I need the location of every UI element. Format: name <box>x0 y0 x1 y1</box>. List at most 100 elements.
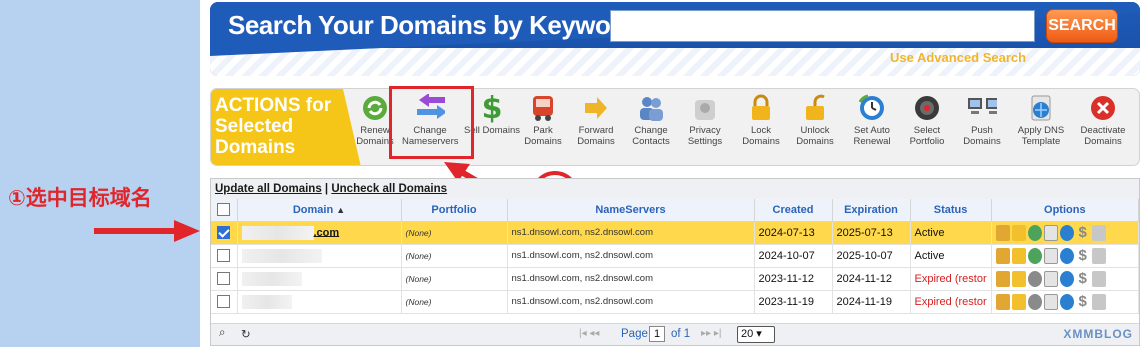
database-icon[interactable] <box>1091 247 1106 264</box>
search-title: Search Your Domains by Keyword <box>228 10 636 40</box>
toolbar-separator: | <box>324 183 329 195</box>
column-header-portfolio[interactable]: Portfolio <box>401 199 508 222</box>
table-row[interactable]: (None) ns1.dnsowl.com, ns2.dnsowl.com 20… <box>211 267 1140 291</box>
privacy-icon[interactable] <box>1011 224 1026 241</box>
advanced-search-link[interactable]: Use Advanced Search <box>890 50 1026 65</box>
row-checkbox-cell <box>211 267 238 291</box>
page-label: Page <box>621 328 648 340</box>
action-label: Push Domains <box>963 125 1001 147</box>
first-page-icon[interactable]: |◂ ◂◂ <box>579 328 599 339</box>
dns-icon[interactable] <box>1059 293 1074 310</box>
renew-icon[interactable] <box>1027 247 1042 264</box>
search-icon[interactable]: ⌕ <box>219 327 225 340</box>
unlock-icon <box>800 93 830 123</box>
page-size-select[interactable]: 20 ▾ <box>737 326 775 343</box>
mail-icon[interactable] <box>1043 247 1058 264</box>
actions-bar: ACTIONS for Selected Domains Renew Domai… <box>210 88 1140 166</box>
action-push-domains[interactable]: Push Domains <box>954 93 1010 147</box>
table-row[interactable]: (None) ns1.dnsowl.com, ns2.dnsowl.com 20… <box>211 290 1140 314</box>
row-checkbox[interactable] <box>217 226 231 239</box>
redacted-domain <box>241 294 292 309</box>
domain-link[interactable]: .com <box>314 226 340 238</box>
mail-icon[interactable] <box>1043 224 1058 241</box>
database-icon[interactable] <box>1091 270 1106 287</box>
table-row[interactable]: (None) ns1.dnsowl.com, ns2.dnsowl.com 20… <box>211 244 1140 268</box>
row-checkbox[interactable] <box>217 249 231 262</box>
action-privacy-settings[interactable]: Privacy Settings <box>677 93 733 147</box>
action-label: Deactivate Domains <box>1080 125 1126 147</box>
action-forward-domains[interactable]: Forward Domains <box>568 93 624 147</box>
options-cell: $ <box>991 290 1140 314</box>
portfolio-cell: (None) <box>401 244 508 268</box>
action-select-portfolio[interactable]: Select Portfolio <box>899 93 955 147</box>
column-header-created[interactable]: Created <box>754 199 833 222</box>
domain-cell <box>237 267 402 291</box>
renew-icon[interactable] <box>1027 270 1042 287</box>
action-set-auto-renewal[interactable]: Set Auto Renewal <box>844 93 900 147</box>
column-header-expiration[interactable]: Expiration <box>832 199 911 222</box>
action-lock-domains[interactable]: Lock Domains <box>733 93 789 147</box>
renew-icon[interactable] <box>1027 293 1042 310</box>
dollar-icon[interactable]: $ <box>1076 224 1090 241</box>
privacy-icon[interactable] <box>1011 293 1026 310</box>
refresh-icon[interactable]: ↻ <box>241 327 251 341</box>
database-icon[interactable] <box>1091 293 1106 310</box>
header-label: Domain <box>292 203 334 216</box>
uncheck-all-domains-link[interactable]: Uncheck all Domains <box>331 183 447 195</box>
page-number-input[interactable]: 1 <box>649 326 665 342</box>
options-cell: $ <box>991 244 1140 268</box>
dns-icon[interactable] <box>1059 270 1074 287</box>
action-change-contacts[interactable]: Change Contacts <box>623 93 679 147</box>
row-checkbox[interactable] <box>217 272 231 285</box>
privacy-icon[interactable] <box>1011 247 1026 264</box>
lock-icon[interactable] <box>995 270 1010 287</box>
action-label: Unlock Domains <box>796 125 834 147</box>
renew-icon[interactable] <box>1027 224 1042 241</box>
domain-cell <box>237 244 402 268</box>
options-cell: $ <box>991 221 1140 245</box>
portfolio-cell: (None) <box>401 267 508 291</box>
expiration-cell: 2025-07-13 <box>832 221 911 245</box>
grid-pager: ⌕ ↻ |◂ ◂◂ Page 1 of 1 ▸▸ ▸| 20 ▾ XMMBLOG <box>211 323 1139 345</box>
row-checkbox-cell <box>211 244 238 268</box>
row-checkbox-cell <box>211 221 238 245</box>
column-header-nameservers[interactable]: NameServers <box>507 199 755 222</box>
mail-icon[interactable] <box>1043 270 1058 287</box>
table-header-row: Domain ▲ Portfolio NameServers Created E… <box>211 199 1140 222</box>
last-page-icon[interactable]: ▸▸ ▸| <box>701 328 721 339</box>
status-cell: Active <box>910 221 992 245</box>
action-deactivate-domains[interactable]: Deactivate Domains <box>1075 93 1131 147</box>
column-header-domain[interactable]: Domain ▲ <box>237 199 402 222</box>
actions-label-panel: ACTIONS for Selected Domains <box>211 89 361 165</box>
action-label: Park Domains <box>524 125 562 147</box>
domains-grid: Update all Domains | Uncheck all Domains… <box>210 178 1140 346</box>
action-label: Change Contacts <box>632 125 670 147</box>
update-all-domains-link[interactable]: Update all Domains <box>215 183 322 195</box>
nameservers-cell: ns1.dnsowl.com, ns2.dnsowl.com <box>507 244 755 268</box>
mail-icon[interactable] <box>1043 293 1058 310</box>
database-icon[interactable] <box>1091 224 1106 241</box>
action-apply-dns-template[interactable]: Apply DNS Template <box>1013 93 1069 147</box>
search-button[interactable]: SEARCH <box>1046 9 1118 43</box>
dollar-icon[interactable]: $ <box>1076 247 1090 264</box>
dns-icon[interactable] <box>1059 247 1074 264</box>
lock-icon[interactable] <box>995 247 1010 264</box>
dollar-icon[interactable]: $ <box>1076 270 1090 287</box>
dns-icon[interactable] <box>1059 224 1074 241</box>
lock-icon[interactable] <box>995 224 1010 241</box>
highlight-box <box>389 86 474 159</box>
nameservers-cell: ns1.dnsowl.com, ns2.dnsowl.com <box>507 290 755 314</box>
privacy-icon[interactable] <box>1011 270 1026 287</box>
lock-icon[interactable] <box>995 293 1010 310</box>
lock-icon <box>746 93 776 123</box>
page-size-value: 20 <box>741 328 754 340</box>
select-all-checkbox[interactable] <box>217 203 231 217</box>
search-input[interactable] <box>610 10 1035 42</box>
action-unlock-domains[interactable]: Unlock Domains <box>787 93 843 147</box>
row-checkbox[interactable] <box>217 295 231 308</box>
action-park-domains[interactable]: Park Domains <box>515 93 571 147</box>
step1-annotation: ①选中目标域名 <box>8 186 152 210</box>
table-row[interactable]: .com (None) ns1.dnsowl.com, ns2.dnsowl.c… <box>211 221 1140 245</box>
dollar-icon[interactable]: $ <box>1076 293 1090 310</box>
column-header-status[interactable]: Status <box>910 199 992 222</box>
